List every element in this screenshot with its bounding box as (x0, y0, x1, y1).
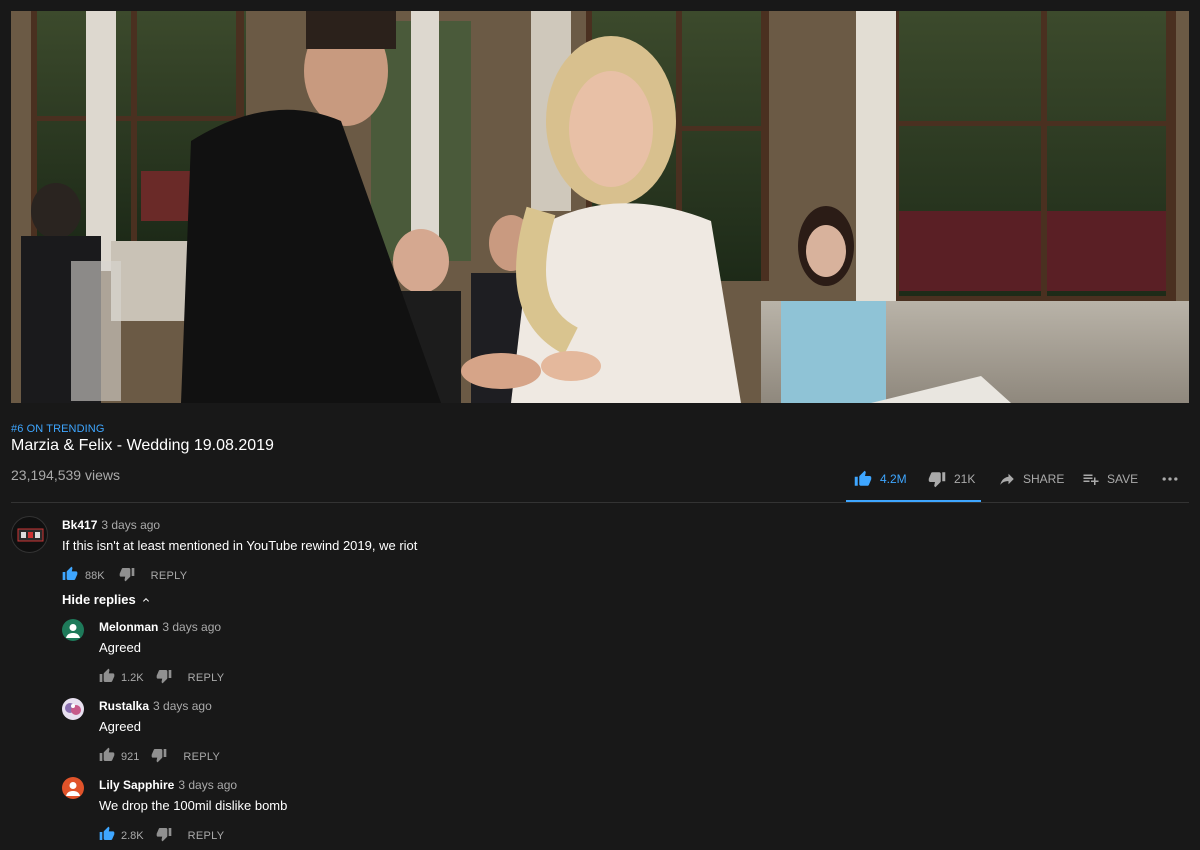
reply-like-button[interactable] (99, 668, 115, 687)
comment-dislike-button[interactable] (119, 566, 135, 585)
video-frame (11, 11, 1189, 403)
reply-like-button[interactable] (99, 747, 115, 766)
dislike-count: 21K (954, 472, 976, 486)
reply-toolbar: 2.8K REPLY (99, 826, 224, 845)
reply-author[interactable]: Lily Sapphire (99, 778, 174, 792)
comment-toolbar: 88K REPLY (62, 566, 187, 585)
reply-reply-button[interactable]: REPLY (188, 830, 225, 842)
avatar-image-icon (65, 703, 81, 715)
thumbs-down-icon (156, 828, 171, 842)
thumbs-up-icon (99, 747, 115, 761)
divider (11, 502, 1189, 503)
avatar[interactable] (62, 777, 84, 799)
hide-replies-label: Hide replies (62, 592, 136, 607)
thumbs-down-icon (152, 749, 167, 763)
reply-text: Agreed (99, 719, 141, 734)
chevron-up-icon (142, 597, 149, 602)
reply-toolbar: 1.2K REPLY (99, 668, 224, 687)
reply-like-count: 2.8K (121, 829, 144, 842)
playlist-add-icon (1083, 474, 1099, 485)
reply-like-count: 921 (121, 750, 140, 763)
video-title: Marzia & Felix - Wedding 19.08.2019 (11, 437, 274, 454)
reply-text: We drop the 100mil dislike bomb (99, 798, 288, 813)
save-label: SAVE (1107, 472, 1139, 486)
reply-time[interactable]: 3 days ago (153, 699, 212, 713)
comment-text: If this isn't at least mentioned in YouT… (62, 538, 418, 553)
more-horiz-icon (1162, 477, 1178, 481)
avatar-image-icon (17, 528, 44, 542)
reply-dislike-button[interactable] (156, 826, 172, 845)
share-icon (1000, 473, 1014, 485)
reply-dislike-button[interactable] (156, 668, 172, 687)
thumbs-down-icon (119, 568, 134, 582)
thumbs-up-icon (99, 668, 115, 682)
like-button[interactable]: 4.2M (854, 470, 907, 488)
reply-time[interactable]: 3 days ago (178, 778, 237, 792)
comment-time[interactable]: 3 days ago (101, 518, 160, 532)
avatar[interactable] (62, 619, 84, 641)
comment-reply-button[interactable]: REPLY (151, 570, 188, 582)
reply-author[interactable]: Rustalka (99, 699, 149, 713)
reply-reply-button[interactable]: REPLY (183, 751, 220, 763)
avatar[interactable] (11, 516, 48, 553)
comment-like-count: 88K (85, 569, 105, 582)
dislike-button[interactable]: 21K (928, 470, 975, 488)
save-button[interactable]: SAVE (1082, 470, 1138, 488)
video-player[interactable] (11, 11, 1189, 403)
reply-toolbar: 921 REPLY (99, 747, 220, 766)
reply-text: Agreed (99, 640, 141, 655)
view-count: 23,194,539 views (11, 467, 120, 483)
thumbs-up-icon (62, 566, 78, 580)
comment-like-button[interactable] (62, 566, 78, 585)
reply-header: Melonman 3 days ago (99, 620, 221, 634)
reply-author[interactable]: Melonman (99, 620, 158, 634)
reply-reply-button[interactable]: REPLY (188, 672, 225, 684)
share-label: SHARE (1023, 472, 1065, 486)
thumbs-down-icon (928, 472, 946, 488)
like-count: 4.2M (880, 472, 907, 486)
reply-dislike-button[interactable] (151, 747, 167, 766)
more-actions-button[interactable] (1160, 469, 1180, 489)
person-icon (66, 782, 80, 796)
thumbs-up-icon (99, 826, 115, 840)
reply-like-button[interactable] (99, 826, 115, 845)
reply-time[interactable]: 3 days ago (162, 620, 221, 634)
comment-author[interactable]: Bk417 (62, 518, 97, 532)
comment-header: Bk417 3 days ago (62, 518, 160, 532)
share-button[interactable]: SHARE (998, 470, 1064, 488)
reply-header: Rustalka 3 days ago (99, 699, 212, 713)
reply-header: Lily Sapphire 3 days ago (99, 778, 237, 792)
reply-like-count: 1.2K (121, 671, 144, 684)
hide-replies-button[interactable]: Hide replies (62, 592, 152, 607)
thumbs-down-icon (156, 670, 171, 684)
trending-badge[interactable]: #6 ON TRENDING (11, 423, 105, 435)
avatar[interactable] (62, 698, 84, 720)
person-icon (66, 624, 80, 638)
thumbs-up-icon (854, 470, 872, 486)
